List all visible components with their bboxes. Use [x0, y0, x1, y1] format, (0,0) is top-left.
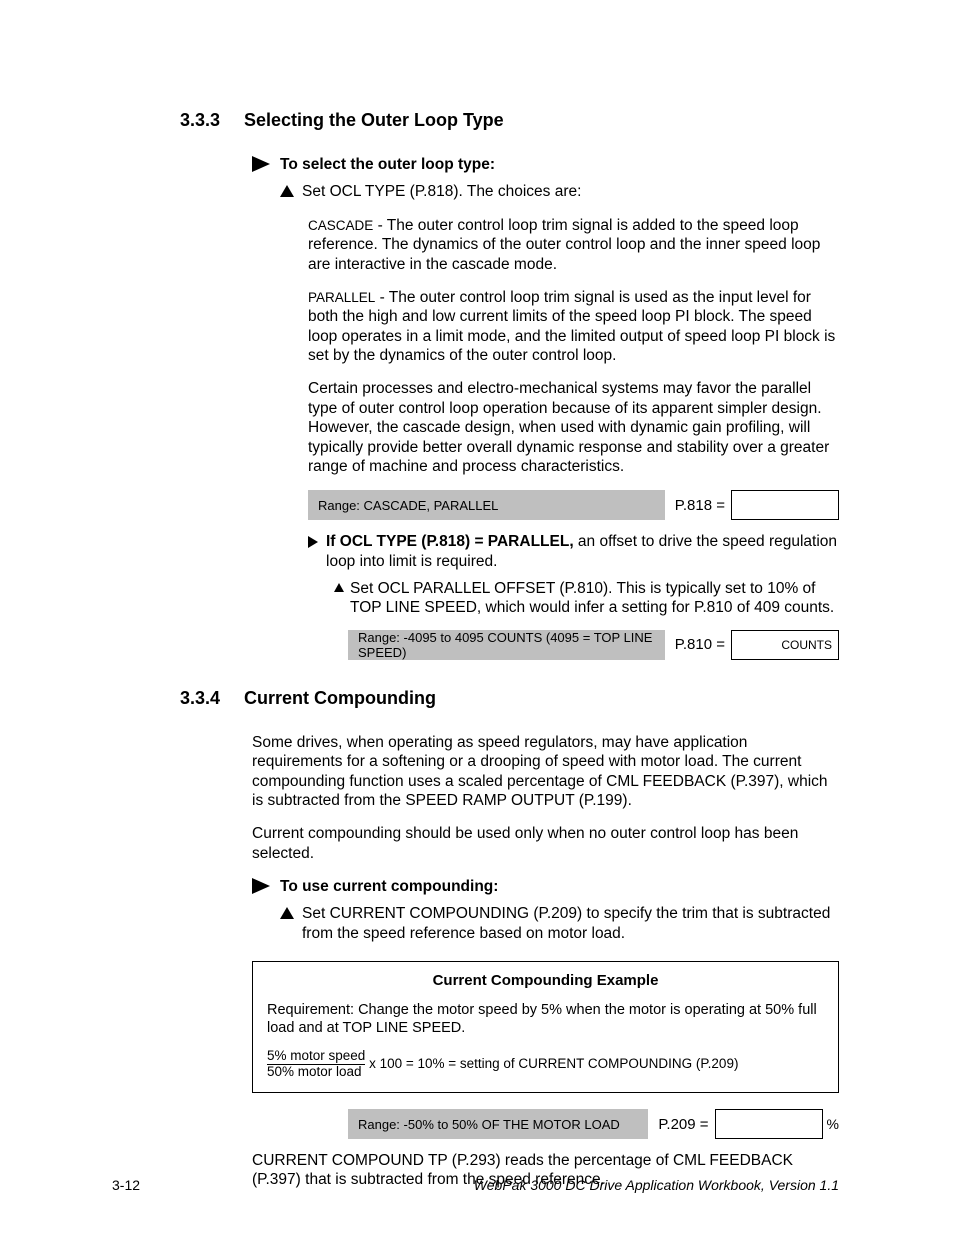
example-title: Current Compounding Example	[267, 972, 824, 989]
param-label-p818: P.818 =	[665, 490, 731, 520]
note-if-parallel-text: If OCL TYPE (P.818) = PARALLEL, an offse…	[326, 532, 839, 571]
para-cascade: CASCADE - The outer control loop trim si…	[308, 216, 839, 274]
example-formula: 5% motor speed 50% motor load x 100 = 10…	[267, 1049, 824, 1080]
heading-334-title: Current Compounding	[244, 688, 436, 708]
example-fraction: 5% motor speed 50% motor load	[267, 1049, 365, 1080]
page-footer: 3-12 WebPak 3000 DC Drive Application Wo…	[112, 1177, 839, 1193]
step-set-offset: Set OCL PARALLEL OFFSET (P.810). This is…	[334, 579, 839, 618]
param-row-p818: Range: CASCADE, PARALLEL P.818 =	[308, 490, 839, 520]
step-set-cc-text: Set CURRENT COMPOUNDING (P.209) to speci…	[302, 904, 839, 943]
param-box-p209[interactable]	[715, 1109, 823, 1139]
param-range-p818: Range: CASCADE, PARALLEL	[308, 490, 665, 520]
note-if-parallel: If OCL TYPE (P.818) = PARALLEL, an offse…	[308, 532, 839, 571]
param-row-p810: Range: -4095 to 4095 COUNTS (4095 = TOP …	[348, 630, 839, 660]
example-box: Current Compounding Example Requirement:…	[252, 961, 839, 1093]
arrow-right-icon	[252, 878, 270, 894]
procedure-lead-333: To select the outer loop type:	[252, 155, 839, 174]
heading-333-title: Selecting the Outer Loop Type	[244, 110, 504, 130]
triangle-up-icon	[280, 907, 294, 919]
param-box-p818[interactable]	[731, 490, 839, 520]
note-if-parallel-lead: If OCL TYPE (P.818) = PARALLEL,	[326, 533, 574, 550]
para-note: Certain processes and electro-mechanical…	[308, 379, 839, 476]
heading-333-number: 3.3.3	[180, 110, 244, 131]
body-parallel: - The outer control loop trim signal is …	[308, 289, 835, 364]
heading-334-number: 3.3.4	[180, 688, 244, 709]
document-page: 3.3.3Selecting the Outer Loop Type To se…	[0, 0, 954, 1235]
step-set-ocl-type: Set OCL TYPE (P.818). The choices are:	[280, 182, 839, 201]
example-formula-tail: x 100 = 10% = setting of CURRENT COMPOUN…	[365, 1057, 738, 1072]
step-set-cc: Set CURRENT COMPOUNDING (P.209) to speci…	[280, 904, 839, 943]
example-fraction-bot: 50% motor load	[267, 1065, 365, 1080]
param-suffix-p209: %	[823, 1109, 839, 1139]
param-range-p810: Range: -4095 to 4095 COUNTS (4095 = TOP …	[348, 630, 665, 660]
heading-334: 3.3.4Current Compounding	[180, 688, 839, 709]
triangle-up-icon	[334, 583, 344, 592]
lead-parallel: PARALLEL	[308, 290, 375, 305]
step-set-ocl-type-text: Set OCL TYPE (P.818). The choices are:	[302, 182, 581, 201]
step-set-offset-text: Set OCL PARALLEL OFFSET (P.810). This is…	[350, 579, 839, 618]
param-box-p810[interactable]: COUNTS	[731, 630, 839, 660]
para-334-1: Some drives, when operating as speed reg…	[252, 733, 839, 811]
param-label-p810: P.810 =	[665, 630, 731, 660]
param-row-p209: Range: -50% to 50% OF THE MOTOR LOAD P.2…	[348, 1109, 839, 1139]
triangle-up-icon	[280, 185, 294, 197]
footer-page-number: 3-12	[112, 1177, 140, 1193]
arrow-right-icon	[252, 156, 270, 172]
example-req: Requirement: Change the motor speed by 5…	[267, 1001, 824, 1037]
param-label-p209: P.209 =	[648, 1109, 714, 1139]
procedure-lead-334-text: To use current compounding:	[280, 877, 498, 896]
param-range-p209: Range: -50% to 50% OF THE MOTOR LOAD	[348, 1109, 648, 1139]
para-334-2: Current compounding should be used only …	[252, 824, 839, 863]
para-parallel: PARALLEL - The outer control loop trim s…	[308, 288, 839, 366]
heading-333: 3.3.3Selecting the Outer Loop Type	[180, 110, 839, 131]
example-fraction-top: 5% motor speed	[267, 1049, 365, 1065]
procedure-lead-333-text: To select the outer loop type:	[280, 155, 495, 174]
arrow-right-icon	[308, 536, 318, 548]
lead-cascade: CASCADE	[308, 218, 373, 233]
body-cascade: - The outer control loop trim signal is …	[308, 217, 820, 273]
footer-doc-title: WebPak 3000 DC Drive Application Workboo…	[474, 1177, 839, 1193]
procedure-lead-334: To use current compounding:	[252, 877, 839, 896]
